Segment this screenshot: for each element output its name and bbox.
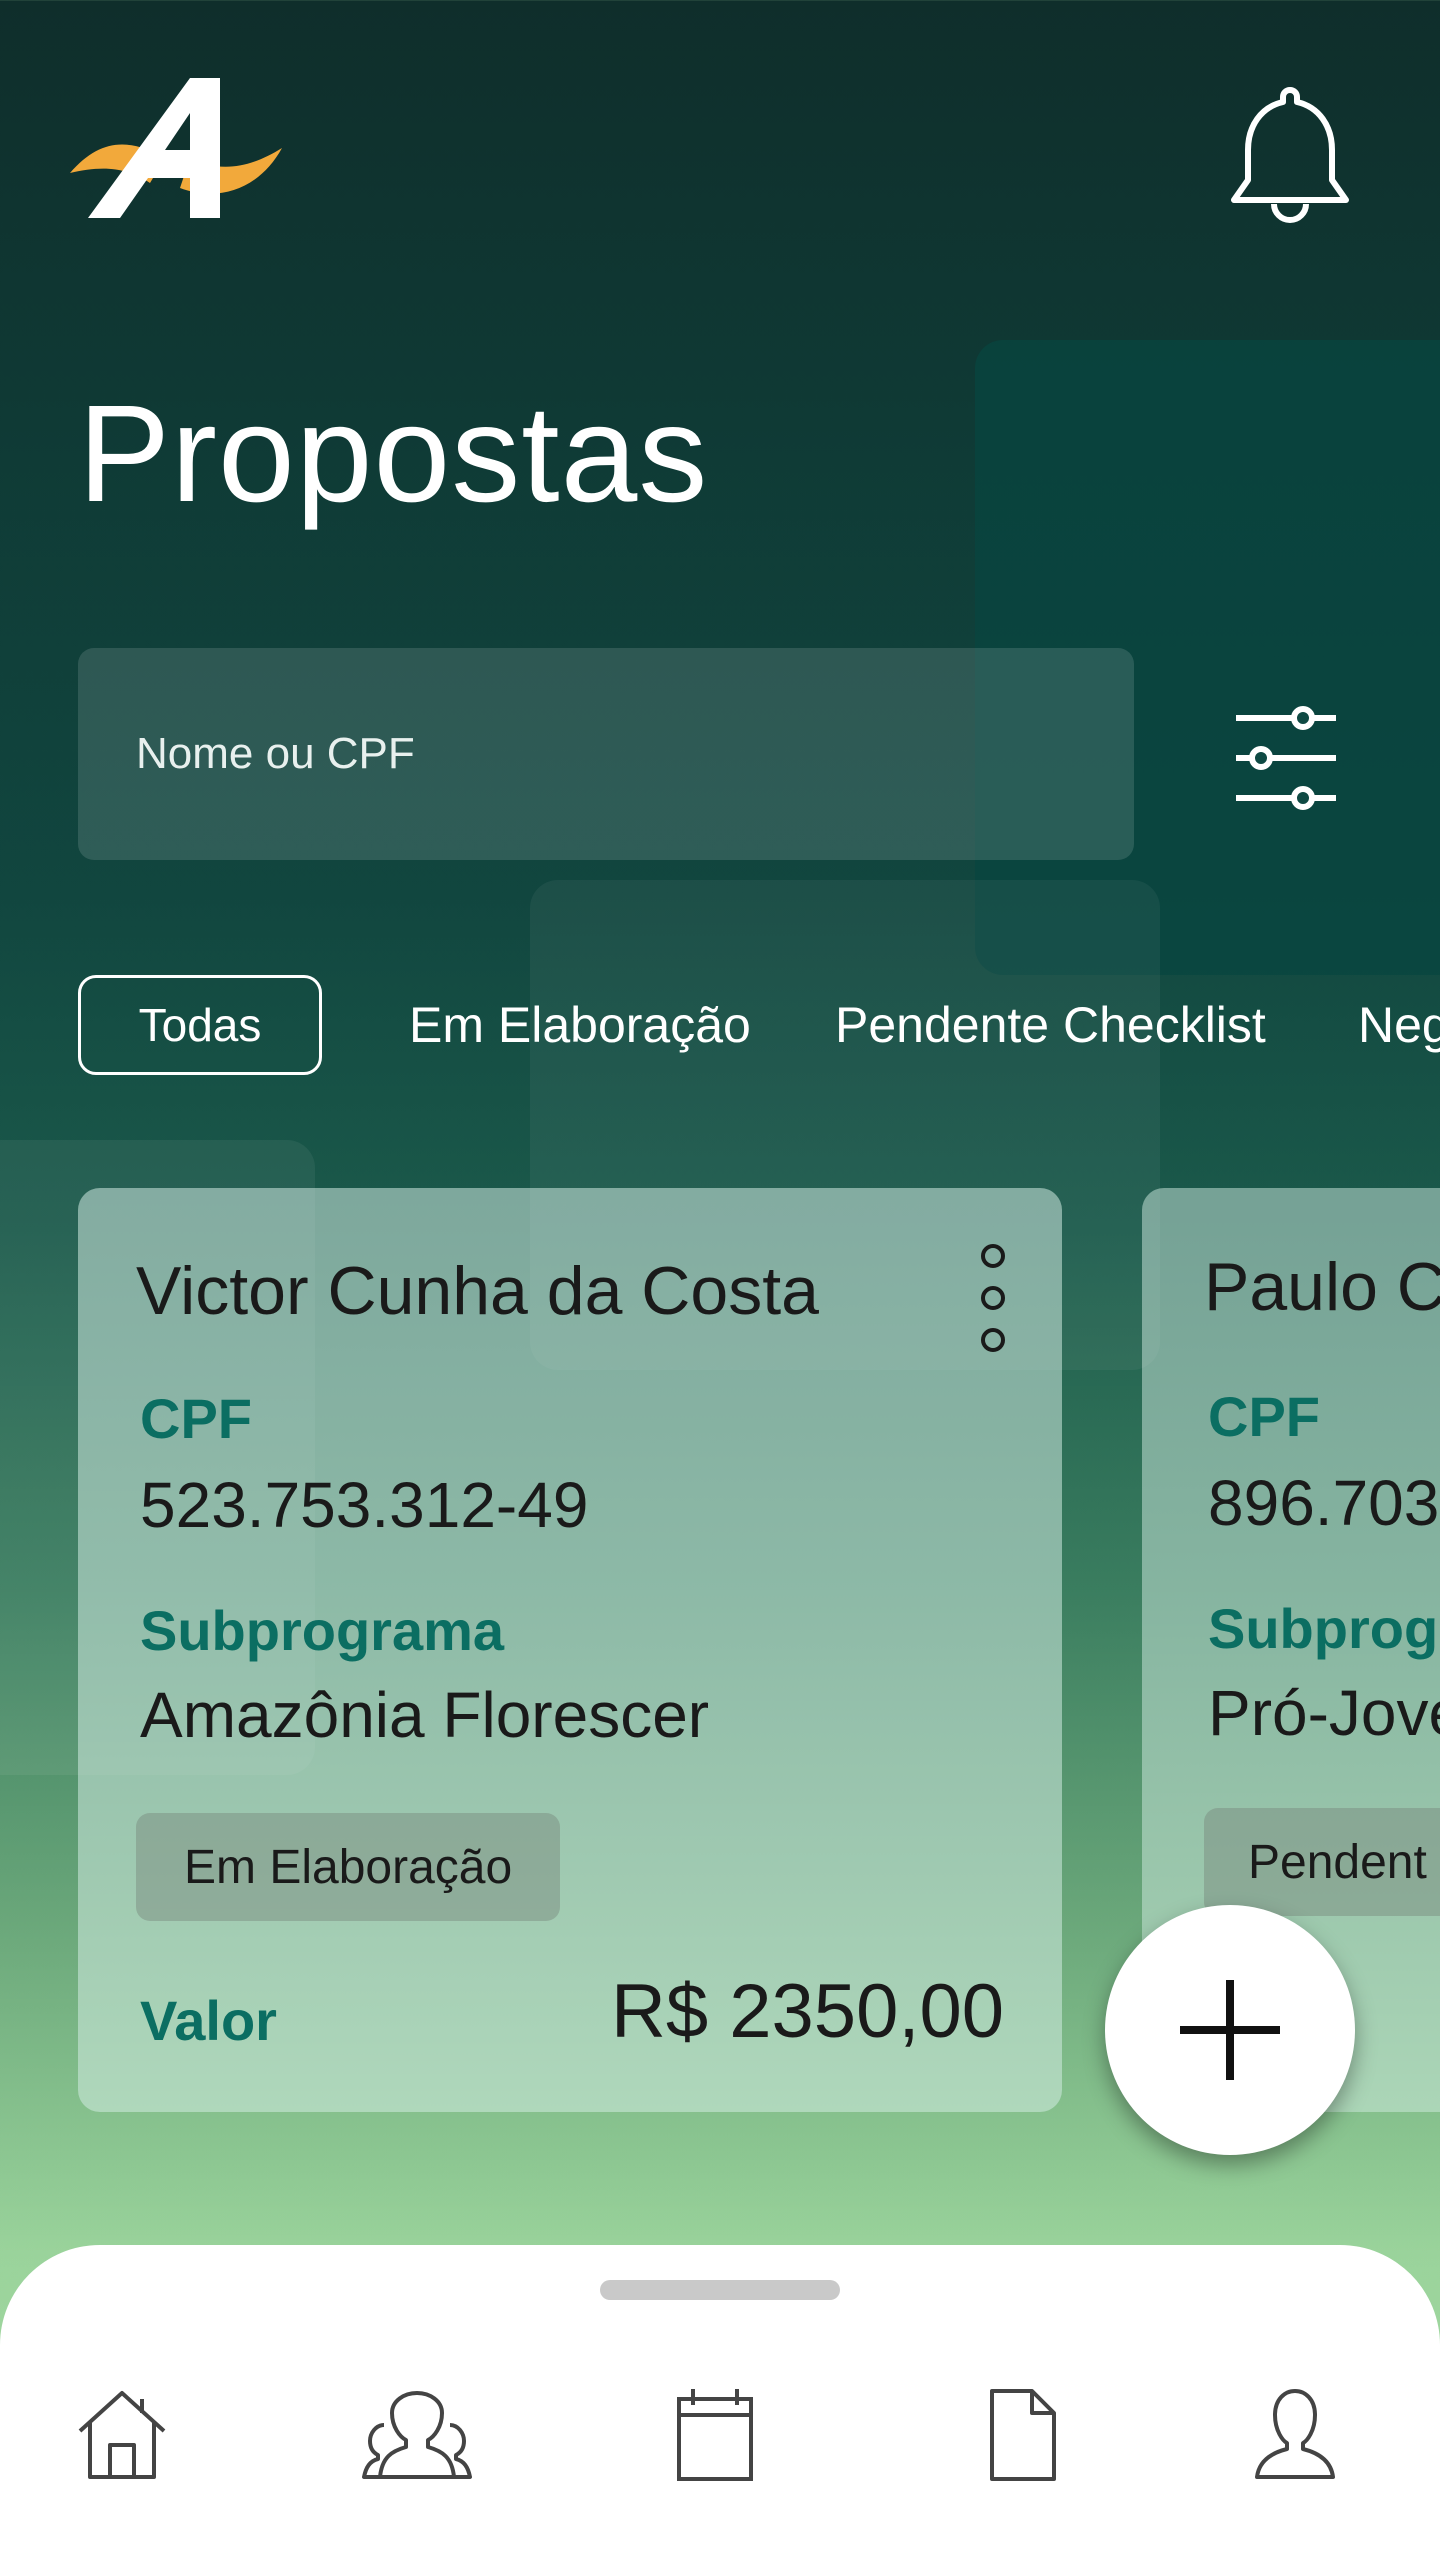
subprograma-label: Subprog: [1208, 1597, 1439, 1660]
proposal-card[interactable]: Victor Cunha da Costa CPF 523.753.312-49…: [78, 1188, 1062, 2112]
plus-icon: [1180, 1980, 1280, 2080]
bell-icon[interactable]: [1228, 82, 1352, 232]
cpf-label: CPF: [1208, 1385, 1320, 1448]
cpf-value: 523.753.312-49: [140, 1469, 589, 1541]
sliders-icon[interactable]: [1228, 700, 1344, 816]
search-input[interactable]: Nome ou CPF: [78, 648, 1134, 860]
add-proposal-button[interactable]: [1105, 1905, 1355, 2155]
people-icon[interactable]: [362, 2385, 472, 2485]
tab-em-elaboracao[interactable]: Em Elaboração: [409, 975, 751, 1075]
tab-todas[interactable]: Todas: [78, 975, 322, 1075]
calendar-icon[interactable]: [665, 2385, 765, 2485]
subprograma-value: Amazônia Florescer: [140, 1679, 710, 1751]
applicant-name: Victor Cunha da Costa: [136, 1253, 819, 1329]
app-logo-icon: [70, 78, 282, 218]
home-icon[interactable]: [72, 2385, 172, 2485]
applicant-name: Paulo C: [1204, 1249, 1440, 1325]
drag-handle[interactable]: [600, 2280, 840, 2300]
tab-pendente-checklist[interactable]: Pendente Checklist: [835, 975, 1266, 1075]
tab-negada[interactable]: Neg: [1358, 975, 1440, 1075]
subprograma-value: Pró-Jove: [1208, 1677, 1440, 1749]
search-placeholder: Nome ou CPF: [136, 729, 415, 778]
document-icon[interactable]: [970, 2385, 1070, 2485]
page-title: Propostas: [78, 377, 709, 531]
profile-icon[interactable]: [1245, 2385, 1345, 2485]
more-options-icon[interactable]: [968, 1238, 1018, 1358]
status-badge: Pendent: [1204, 1808, 1440, 1916]
valor-label: Valor: [140, 1989, 277, 2052]
status-badge: Em Elaboração: [136, 1813, 561, 1921]
bottom-navigation: [0, 2245, 1440, 2560]
cpf-value: 896.703: [1208, 1467, 1440, 1539]
valor-amount: R$ 2350,00: [611, 1969, 1004, 2054]
subprograma-label: Subprograma: [140, 1599, 505, 1662]
cpf-label: CPF: [140, 1387, 252, 1450]
status-filter-tabs: Todas Em Elaboração Pendente Checklist N…: [78, 975, 1440, 1075]
